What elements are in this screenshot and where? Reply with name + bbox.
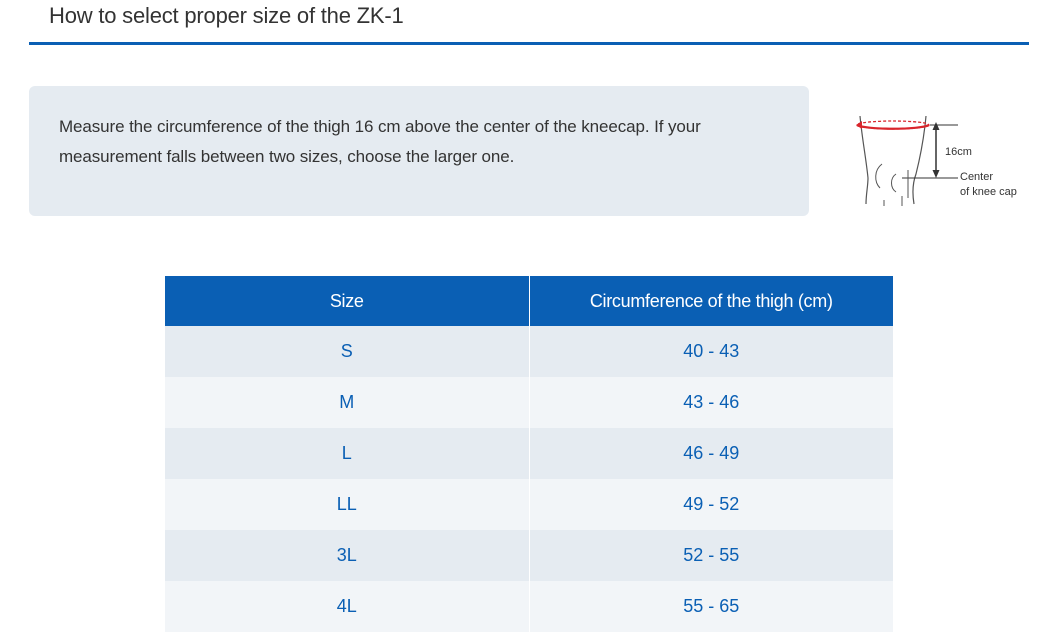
size-cell: LL bbox=[165, 479, 529, 530]
column-header-circumference: Circumference of the thigh (cm) bbox=[528, 276, 893, 326]
center-label: Center bbox=[960, 171, 994, 183]
instruction-text: Measure the circumference of the thigh 1… bbox=[59, 112, 779, 172]
size-chart-table: Size Circumference of the thigh (cm) S 4… bbox=[165, 276, 893, 632]
knee-cap-label: of knee cap bbox=[960, 186, 1017, 198]
instruction-line-2: measurement falls between two sizes, cho… bbox=[59, 147, 515, 166]
circumference-cell: 43 - 46 bbox=[528, 377, 893, 428]
table-row: 4L 55 - 65 bbox=[165, 581, 893, 632]
instruction-line-1: Measure the circumference of the thigh 1… bbox=[59, 117, 701, 136]
table-row: S 40 - 43 bbox=[165, 326, 893, 377]
size-cell: 3L bbox=[165, 530, 529, 581]
column-header-size: Size bbox=[165, 276, 529, 326]
table-row: L 46 - 49 bbox=[165, 428, 893, 479]
size-cell: L bbox=[165, 428, 529, 479]
circumference-cell: 49 - 52 bbox=[528, 479, 893, 530]
instruction-panel: Measure the circumference of the thigh 1… bbox=[29, 86, 809, 216]
circumference-cell: 40 - 43 bbox=[528, 326, 893, 377]
circumference-cell: 55 - 65 bbox=[528, 581, 893, 632]
circumference-cell: 52 - 55 bbox=[528, 530, 893, 581]
table-row: LL 49 - 52 bbox=[165, 479, 893, 530]
distance-label: 16cm bbox=[945, 146, 972, 158]
table-row: M 43 - 46 bbox=[165, 377, 893, 428]
page-title: How to select proper size of the ZK-1 bbox=[49, 3, 404, 28]
knee-measurement-diagram: 16cm Center of knee cap bbox=[846, 108, 1036, 208]
title-divider bbox=[29, 42, 1029, 45]
circumference-cell: 46 - 49 bbox=[528, 428, 893, 479]
size-cell: M bbox=[165, 377, 529, 428]
size-cell: 4L bbox=[165, 581, 529, 632]
table-row: 3L 52 - 55 bbox=[165, 530, 893, 581]
table-header-row: Size Circumference of the thigh (cm) bbox=[165, 276, 893, 326]
size-cell: S bbox=[165, 326, 529, 377]
